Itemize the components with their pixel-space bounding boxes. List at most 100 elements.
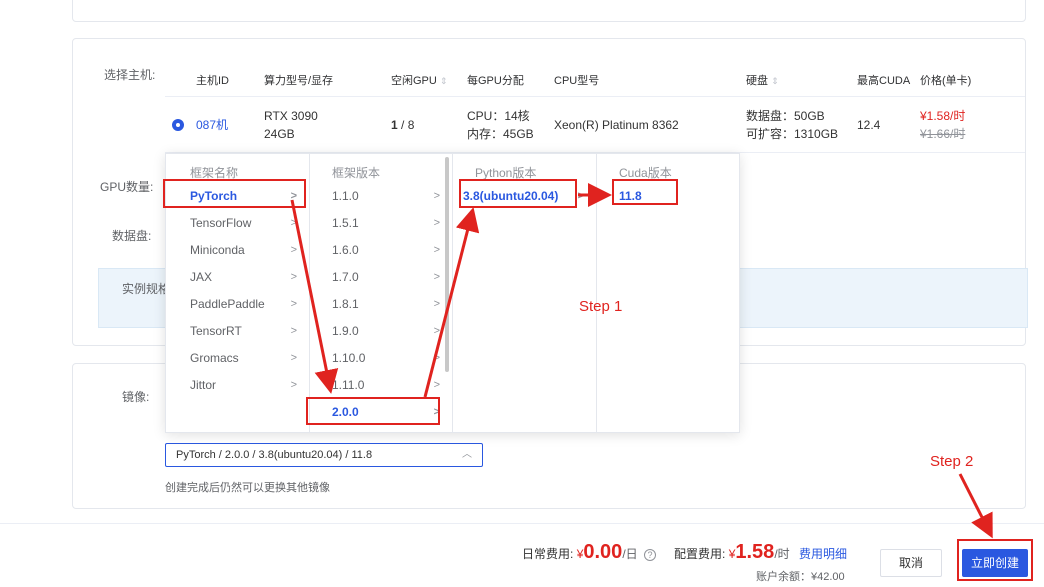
framework-label: Jittor [190, 378, 217, 392]
col-idle-gpu-label: 空闲GPU [391, 75, 437, 87]
cascader-scrollbar[interactable] [445, 157, 449, 372]
sort-icon[interactable]: ⇕ [771, 76, 779, 86]
chevron-right-icon: > [290, 298, 297, 310]
max-cuda: 12.4 [857, 118, 881, 132]
data-disk-size: 数据盘：50GB [746, 109, 825, 123]
gpu-mem: 24GB [264, 127, 295, 141]
table-header-divider [165, 96, 1025, 97]
highlight-create-button [957, 539, 1033, 581]
version-column-header: 框架版本 [332, 166, 381, 180]
chevron-right-icon: > [290, 271, 297, 283]
framework-label: Miniconda [190, 243, 245, 257]
version-option[interactable]: 1.5.1 > [310, 210, 452, 237]
col-cpu-model: CPU型号 [554, 75, 600, 87]
version-option[interactable]: 1.11.0 > [310, 372, 452, 399]
framework-option[interactable]: TensorRT > [166, 318, 309, 345]
version-label: 1.5.1 [332, 216, 359, 230]
version-label: 1.9.0 [332, 324, 359, 338]
col-disk-label: 硬盘 [746, 75, 768, 87]
chevron-right-icon: > [433, 190, 440, 202]
config-fee: 配置费用: ¥1.58/时 费用明细 [674, 541, 847, 564]
col-disk[interactable]: 硬盘 ⇕ [746, 72, 779, 88]
chevron-up-icon: ︿ [462, 449, 472, 460]
host-id[interactable]: 087机 [196, 117, 228, 134]
cpu-model: Xeon(R) Platinum 8362 [554, 118, 679, 132]
framework-option[interactable]: Jittor > [166, 372, 309, 399]
version-label: 1.10.0 [332, 351, 366, 365]
idle-gpu-count: 1 [391, 118, 398, 132]
chevron-right-icon: > [290, 325, 297, 337]
expandable-size: 可扩容：1310GB [746, 127, 839, 141]
col-gpu-model: 算力型号/显存 [264, 75, 334, 87]
chevron-right-icon: > [290, 244, 297, 256]
host-select-label: 选择主机: [104, 68, 156, 82]
framework-label: TensorRT [190, 324, 242, 338]
framework-label: TensorFlow [190, 216, 252, 230]
mem-alloc: 内存：45GB [467, 127, 534, 141]
config-fee-unit: /时 [774, 547, 790, 561]
idle-gpu: 1 / 8 [391, 117, 414, 134]
footer-divider [0, 523, 1044, 524]
version-option[interactable]: 1.7.0 > [310, 264, 452, 291]
version-option[interactable]: 1.1.0 > [310, 183, 452, 210]
version-option[interactable]: 1.6.0 > [310, 237, 452, 264]
framework-option[interactable]: Gromacs > [166, 345, 309, 372]
version-label: 1.8.1 [332, 297, 359, 311]
chevron-right-icon: > [577, 190, 584, 202]
price: ¥1.58/时 [920, 109, 966, 123]
version-label: 1.1.0 [332, 189, 359, 203]
version-column: 框架版本 1.1.0 > 1.5.1 > 1.6.0 > 1.7.0 > 1.8.1 > … [310, 154, 453, 432]
chevron-right-icon: > [433, 271, 440, 283]
step2-annotation: Step 2 [930, 453, 974, 470]
highlight-pytorch [163, 179, 306, 208]
chevron-right-icon: > [290, 379, 297, 391]
version-label: 1.6.0 [332, 243, 359, 257]
cpu-alloc: CPU：14核 [467, 109, 530, 123]
version-label: 1.11.0 [332, 378, 365, 392]
framework-option[interactable]: PaddlePaddle > [166, 291, 309, 318]
version-label: 1.7.0 [332, 270, 359, 284]
highlight-version-2 [306, 397, 440, 425]
top-card [72, 0, 1026, 22]
chevron-right-icon: > [433, 379, 440, 391]
framework-option[interactable]: Miniconda > [166, 237, 309, 264]
col-per-gpu: 每GPU分配 [467, 75, 524, 87]
account-balance: 账户余额：¥42.00 [756, 571, 845, 583]
chevron-right-icon: > [433, 325, 440, 337]
image-select-value: PyTorch / 2.0.0 / 3.8(ubuntu20.04) / 11.… [176, 449, 373, 461]
chevron-right-icon: > [433, 244, 440, 256]
chevron-right-icon: > [433, 298, 440, 310]
cancel-button[interactable]: 取消 [880, 549, 942, 577]
idle-gpu-total: / 8 [397, 118, 415, 132]
framework-label: Gromacs [190, 351, 239, 365]
framework-option[interactable]: JAX > [166, 264, 309, 291]
version-option[interactable]: 1.8.1 > [310, 291, 452, 318]
version-option[interactable]: 1.9.0 > [310, 318, 452, 345]
image-label: 镜像: [122, 390, 150, 404]
chevron-right-icon: > [290, 217, 297, 229]
chevron-right-icon: > [290, 352, 297, 364]
highlight-python [459, 179, 577, 208]
col-max-cuda: 最高CUDA [857, 75, 911, 87]
data-disk-label: 数据盘: [112, 229, 152, 243]
image-hint: 创建完成后仍然可以更换其他镜像 [165, 482, 330, 494]
framework-label: PaddlePaddle [190, 297, 265, 311]
step1-annotation: Step 1 [579, 298, 623, 315]
daily-fee-value: 0.00 [583, 541, 623, 563]
image-select[interactable]: PyTorch / 2.0.0 / 3.8(ubuntu20.04) / 11.… [165, 443, 483, 467]
instance-spec-label: 实例规格 [122, 282, 171, 296]
help-icon[interactable]: ? [644, 549, 656, 561]
old-price: ¥1.66/时 [920, 127, 966, 141]
col-idle-gpu[interactable]: 空闲GPU ⇕ [391, 72, 447, 88]
framework-option[interactable]: TensorFlow > [166, 210, 309, 237]
col-host-id: 主机ID [196, 75, 229, 87]
sort-icon[interactable]: ⇕ [440, 76, 448, 86]
fee-detail-link[interactable]: 费用明细 [799, 547, 847, 561]
framework-label: JAX [190, 270, 213, 284]
host-radio-selected[interactable] [172, 119, 184, 131]
col-price: 价格(单卡) [920, 75, 972, 87]
highlight-cuda [612, 179, 678, 205]
daily-fee-unit: /日 [622, 547, 638, 561]
chevron-right-icon: > [433, 352, 440, 364]
version-option[interactable]: 1.10.0 > [310, 345, 452, 372]
